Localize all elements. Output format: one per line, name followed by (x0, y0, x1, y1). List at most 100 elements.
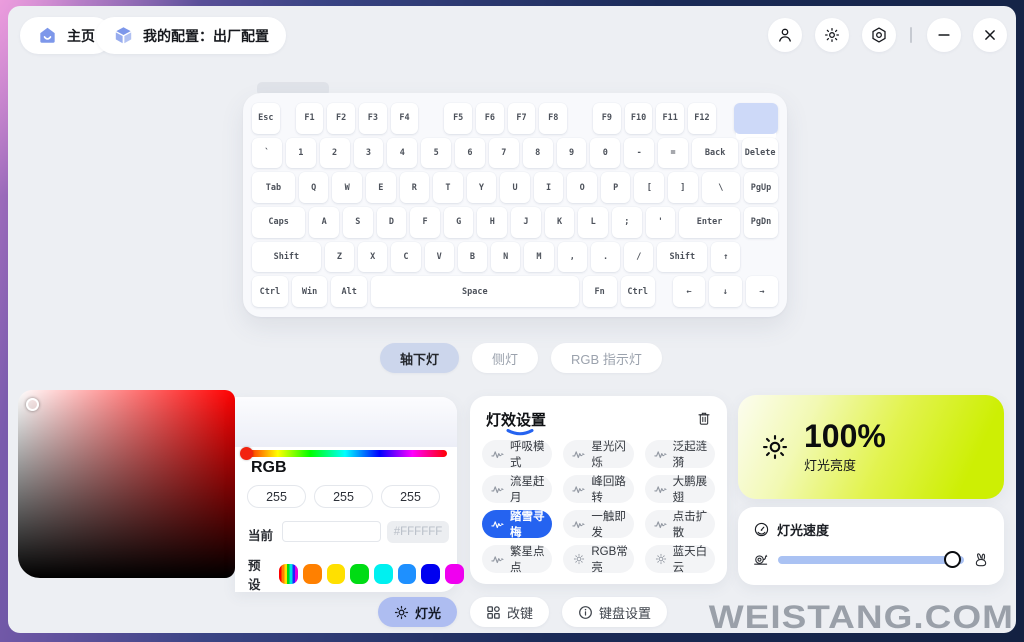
key-V[interactable]: V (424, 241, 454, 273)
close-button[interactable] (973, 18, 1007, 52)
key-Alt[interactable]: Alt (331, 276, 368, 308)
nav-button[interactable]: 键盘设置 (562, 597, 668, 627)
key-X[interactable]: X (358, 241, 388, 273)
delete-effect-button[interactable] (694, 408, 714, 428)
preset-swatch[interactable] (373, 564, 393, 584)
light-tab[interactable]: 侧灯 (472, 343, 539, 373)
effect-button[interactable]: 蓝天白云 (644, 545, 715, 574)
key-PgUp[interactable]: PgUp (744, 172, 779, 204)
key-Back[interactable]: Back (691, 137, 739, 169)
key-A[interactable]: A (309, 207, 339, 238)
key-F11[interactable]: F11 (656, 103, 685, 134)
key-[[interactable]: [ (634, 172, 665, 204)
key-`[interactable]: ` (252, 137, 282, 169)
key-6[interactable]: 6 (455, 137, 485, 169)
settings-button[interactable] (862, 18, 896, 52)
key-7[interactable]: 7 (488, 137, 519, 169)
key-↓[interactable]: ↓ (709, 276, 742, 308)
key-M[interactable]: M (524, 241, 554, 273)
effect-button[interactable]: 星光闪烁 (563, 440, 634, 469)
effect-button[interactable]: 呼吸模式 (482, 440, 553, 469)
key-N[interactable]: N (491, 241, 521, 273)
light-tab[interactable]: RGB 指示灯 (551, 343, 662, 373)
key-F4[interactable]: F4 (390, 103, 419, 134)
key-Y[interactable]: Y (466, 172, 497, 204)
key-I[interactable]: I (533, 172, 564, 204)
key-Ctrl[interactable]: Ctrl (620, 276, 655, 308)
blue-input[interactable] (381, 485, 440, 508)
preset-swatch[interactable] (302, 564, 322, 584)
key-5[interactable]: 5 (421, 137, 452, 169)
key-special-badge[interactable] (733, 103, 779, 134)
green-input[interactable] (314, 485, 373, 508)
key-Delete[interactable]: Delete (742, 137, 779, 169)
key-;[interactable]: ; (611, 207, 642, 238)
key-F6[interactable]: F6 (476, 103, 504, 134)
key-O[interactable]: O (567, 172, 597, 204)
key-J[interactable]: J (511, 207, 541, 238)
light-tab[interactable]: 轴下灯 (380, 343, 460, 373)
key-S[interactable]: S (342, 207, 373, 238)
key-C[interactable]: C (391, 241, 421, 273)
color-saturation-square[interactable] (18, 390, 235, 578)
preset-swatch[interactable] (279, 564, 298, 584)
key-Shift[interactable]: Shift (252, 241, 321, 273)
key-→[interactable]: → (745, 276, 778, 308)
effect-button[interactable]: 一触即发 (563, 510, 634, 539)
key-1[interactable]: 1 (285, 137, 316, 169)
key-F10[interactable]: F10 (624, 103, 653, 134)
key-F7[interactable]: F7 (507, 103, 536, 134)
key-E[interactable]: E (365, 172, 396, 204)
key-/[interactable]: / (624, 241, 654, 273)
key-2[interactable]: 2 (319, 137, 350, 169)
key-B[interactable]: B (457, 241, 488, 273)
key-F9[interactable]: F9 (593, 103, 621, 134)
key-H[interactable]: H (477, 207, 508, 238)
key--[interactable]: - (624, 137, 655, 169)
key-F8[interactable]: F8 (539, 103, 568, 134)
nav-button[interactable]: 改键 (470, 597, 550, 627)
red-input[interactable] (247, 485, 306, 508)
key-L[interactable]: L (578, 207, 608, 238)
key-PgDn[interactable]: PgDn (743, 207, 778, 238)
effect-button[interactable]: 繁星点点 (482, 545, 553, 574)
key-R[interactable]: R (399, 172, 430, 204)
effect-button[interactable]: 泛起涟漪 (644, 440, 715, 469)
key-P[interactable]: P (600, 172, 631, 204)
key-Q[interactable]: Q (298, 172, 329, 204)
preset-swatch[interactable] (350, 564, 369, 584)
key-G[interactable]: G (443, 207, 474, 238)
key-↑[interactable]: ↑ (711, 241, 741, 273)
effect-button[interactable]: 踏雪寻梅 (482, 510, 553, 539)
key-Fn[interactable]: Fn (582, 276, 617, 308)
minimize-button[interactable] (927, 18, 961, 52)
key-\[interactable]: \ (701, 172, 741, 204)
key-3[interactable]: 3 (353, 137, 384, 169)
speed-slider[interactable] (778, 551, 964, 568)
key-Win[interactable]: Win (291, 276, 328, 308)
key-,[interactable]: , (557, 241, 587, 273)
key-←[interactable]: ← (672, 276, 706, 308)
preset-swatch[interactable] (326, 564, 346, 584)
key-Esc[interactable]: Esc (252, 103, 280, 134)
preset-swatch[interactable] (421, 564, 440, 584)
key-Z[interactable]: Z (324, 241, 355, 273)
config-button[interactable]: 我的配置：出厂配置 (96, 17, 286, 54)
hue-slider[interactable] (240, 447, 447, 460)
key-W[interactable]: W (332, 172, 362, 204)
brightness-button[interactable] (815, 18, 849, 52)
key-Space[interactable]: Space (371, 276, 579, 308)
key-9[interactable]: 9 (556, 137, 587, 169)
key-F5[interactable]: F5 (444, 103, 473, 134)
effect-button[interactable]: 流星赶月 (482, 475, 553, 504)
key-Caps[interactable]: Caps (252, 207, 306, 238)
effect-button[interactable]: RGB常亮 (563, 545, 634, 574)
preset-swatch[interactable] (397, 564, 417, 584)
key-D[interactable]: D (376, 207, 407, 238)
key-'[interactable]: ' (645, 207, 676, 238)
key-F[interactable]: F (410, 207, 440, 238)
key-=[interactable]: = (658, 137, 688, 169)
key-4[interactable]: 4 (387, 137, 418, 169)
key-8[interactable]: 8 (522, 137, 553, 169)
key-F1[interactable]: F1 (295, 103, 324, 134)
